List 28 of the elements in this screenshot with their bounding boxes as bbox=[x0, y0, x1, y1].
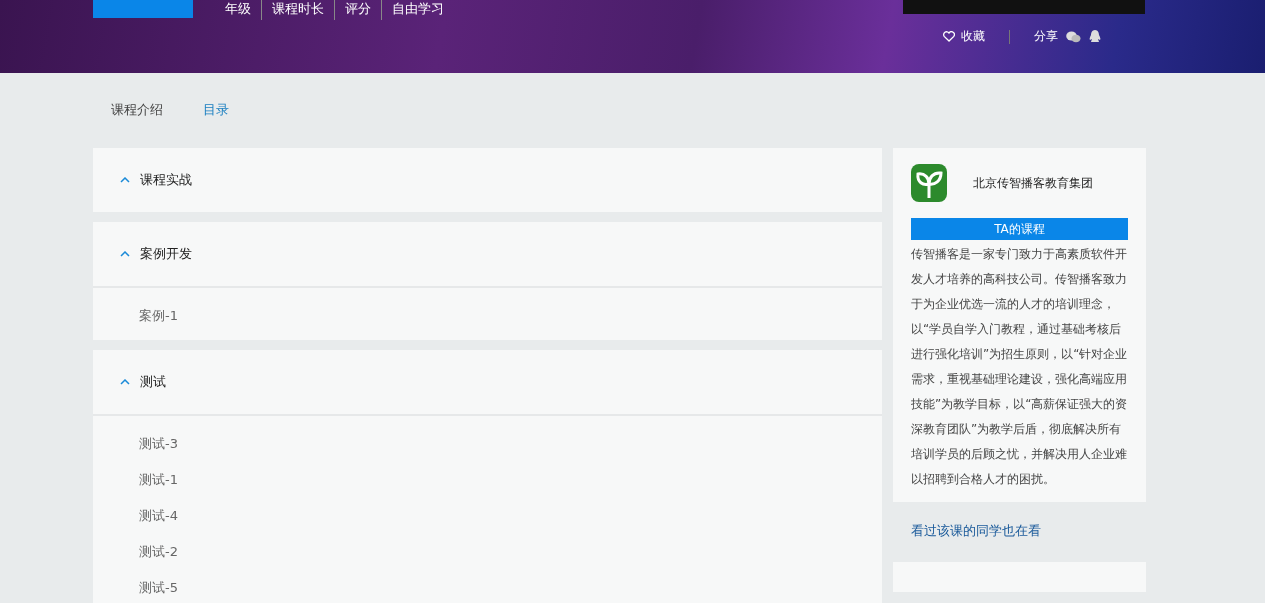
action-link[interactable]: 分享 bbox=[1034, 28, 1058, 45]
nav-link[interactable]: 自由学习 bbox=[382, 0, 454, 18]
lesson-link[interactable]: 测试-3 bbox=[93, 426, 882, 462]
related-heading[interactable]: 看过该课的同学也在看 bbox=[893, 502, 1146, 540]
lesson-link[interactable]: 案例-1 bbox=[93, 298, 882, 334]
intro-text: 传智播客是一家专门致力于高素质软件开发人才培养的高科技公司。传智播客致力于为企业优选一流的人才的培训理念，以“学员自学入门教程，通过基础考核后进行强化培训”为招生原则，以“针对企业需求，重视基础理论建设，强化高端应用技能”为教学目标，以“高薪保证强大的资深教育团队”为教学后盾，彻底解决所有培训学员的后顾之忧，并解决用人企业难以招聘到合格人才的困扰。 bbox=[911, 246, 1128, 488]
tab[interactable]: 目录 bbox=[203, 101, 229, 118]
nav-link[interactable]: 年级 bbox=[215, 0, 261, 18]
lesson-link[interactable]: 测试-5 bbox=[93, 570, 882, 603]
heart-icon bbox=[943, 31, 955, 42]
penguin-icon[interactable] bbox=[1089, 30, 1101, 43]
nav-link[interactable]: 评分 bbox=[335, 0, 381, 18]
chapter-header[interactable]: 课程实战 bbox=[93, 148, 882, 212]
chapter-header[interactable]: 测试 bbox=[93, 350, 882, 414]
nav-link[interactable]: 课程时长 bbox=[262, 0, 334, 18]
wechat-icon[interactable] bbox=[1066, 30, 1081, 43]
sprout-logo-icon bbox=[911, 164, 947, 202]
chapter-title: 课程实战 bbox=[140, 171, 192, 189]
lesson-link[interactable]: 测试-2 bbox=[93, 534, 882, 570]
chapter-header[interactable]: 案例开发 bbox=[93, 222, 882, 286]
chapter-title: 案例开发 bbox=[140, 245, 192, 263]
chapter-title: 测试 bbox=[140, 373, 166, 391]
lesson-link[interactable]: 测试-1 bbox=[93, 462, 882, 498]
lesson-link[interactable]: 测试-4 bbox=[93, 498, 882, 534]
courses-button[interactable]: TA的课程 bbox=[911, 218, 1128, 240]
organization-name: 北京传智播客教育集团 bbox=[973, 175, 1093, 191]
tab[interactable]: 课程介绍 bbox=[111, 101, 163, 118]
action-link[interactable]: 收藏 bbox=[943, 28, 985, 45]
